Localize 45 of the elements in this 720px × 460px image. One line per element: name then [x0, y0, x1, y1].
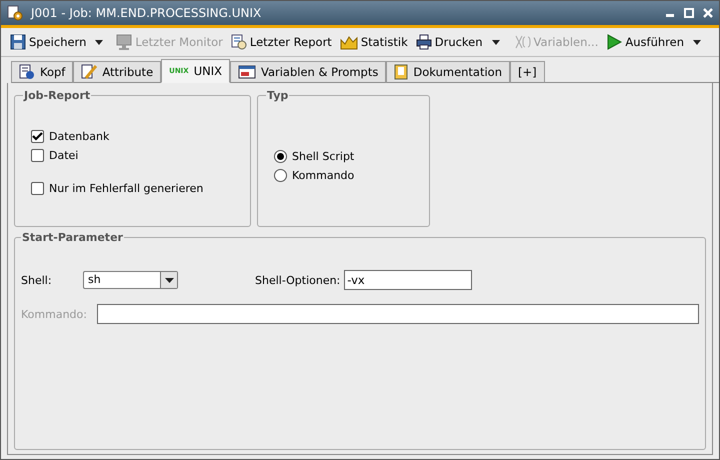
checkbox-label: Datei: [49, 149, 78, 162]
close-icon[interactable]: [703, 8, 713, 18]
radio-button[interactable]: [274, 150, 287, 163]
tab[interactable]: [+]: [510, 61, 545, 83]
play-icon: [606, 34, 622, 50]
checkbox[interactable]: [31, 130, 44, 143]
radio-button[interactable]: [274, 169, 287, 182]
window-icon: [238, 65, 256, 79]
report-clock-icon: [230, 34, 247, 50]
input-field[interactable]: -vx: [344, 270, 472, 290]
caret-icon: [164, 278, 174, 282]
caret-icon[interactable]: [95, 40, 104, 44]
radio-label: Kommando: [292, 169, 354, 182]
caret-icon[interactable]: [693, 40, 701, 44]
toolbar-button[interactable]: Letzter Report: [228, 32, 335, 52]
checkbox-label: Nur im Fehlerfall generieren: [49, 182, 204, 195]
checkbox[interactable]: [31, 149, 44, 162]
field-label: Shell-Optionen:: [255, 274, 340, 286]
toolbar-button[interactable]: Drucken: [412, 32, 486, 52]
checkbox-label: Datenbank: [49, 130, 110, 143]
maximize-icon[interactable]: [684, 8, 694, 18]
group-title: Typ: [266, 89, 290, 102]
variables-icon: [512, 34, 531, 50]
document-info-icon: [19, 64, 35, 80]
printer-icon: [416, 34, 432, 50]
shell-dropdown[interactable]: sh: [83, 271, 178, 289]
toolbar-button[interactable]: Statistik: [336, 32, 411, 52]
tab[interactable]: Variablen & Prompts: [230, 61, 386, 83]
monitor-icon: [116, 34, 132, 50]
toolbar-button[interactable]: Speichern: [7, 32, 90, 52]
radio-label: Shell Script: [292, 150, 354, 163]
book-icon: [394, 64, 408, 80]
group-title: Job-Report: [23, 89, 92, 102]
input-field[interactable]: [97, 304, 699, 324]
tab[interactable]: Kopf: [11, 61, 74, 83]
window-title: J001 - Job: MM.END.PROCESSING.UNIX: [31, 6, 262, 20]
field-label: Kommando:: [21, 308, 88, 320]
pencil-document-icon: [81, 64, 98, 80]
caret-icon[interactable]: [492, 40, 500, 44]
field-label: Shell:: [21, 274, 53, 286]
tab[interactable]: Attribute: [73, 61, 162, 83]
toolbar-button[interactable]: Ausführen: [603, 32, 687, 52]
checkbox[interactable]: [31, 182, 44, 195]
group-title: Start-Parameter: [21, 231, 124, 244]
tab[interactable]: Dokumentation: [386, 61, 510, 83]
